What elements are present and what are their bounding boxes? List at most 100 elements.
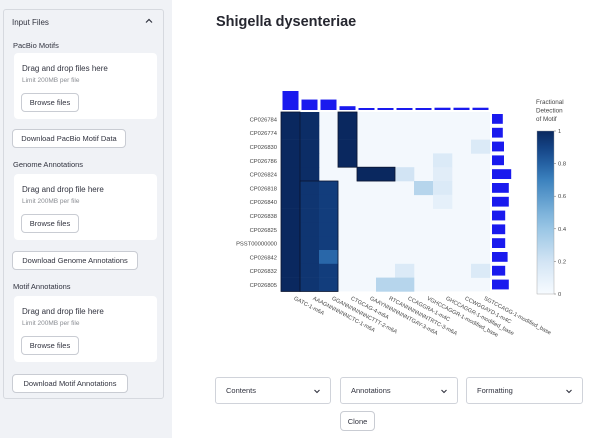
download-motif-annotations-button[interactable]: Download Motif Annotations [12,374,128,393]
heatmap-cell [281,194,301,209]
row-bar [492,183,509,193]
colorbar-tick-label: 0.8 [558,162,566,168]
column-bar [396,108,413,110]
row-label: CP026840 [250,200,277,206]
row-bar [492,114,503,124]
row-bar [492,196,509,207]
heatmap-cell [300,181,320,196]
colorbar-tick-label: 0.6 [558,194,566,200]
heatmap-cell [300,263,320,278]
heatmap-cell [300,112,320,127]
row-label: CP026824 [250,173,278,179]
heatmap-cell [281,208,301,223]
row-label: CP026838 [250,214,277,220]
expander-title: Input Files [12,18,49,27]
heatmap-cell [300,277,320,292]
heatmap-cell [471,263,491,278]
contents-select[interactable]: Contents [215,377,331,404]
heatmap-cell [281,125,301,140]
page-title: Shigella dysenteriae [216,14,357,30]
download-genome-annotations-button[interactable]: Download Genome Annotations [12,251,138,270]
genome-annotations-label: Genome Annotations [13,160,84,169]
heatmap-cell [281,222,301,237]
heatmap-cell [300,222,320,237]
column-bar [358,108,375,110]
browse-files-button[interactable]: Browse files [21,93,79,112]
column-bar [320,99,337,110]
input-files-expander[interactable]: Input Files PacBio Motifs Drag and drop … [3,9,164,399]
heatmap-cell [281,181,301,196]
heatmap-cell [281,277,301,292]
genome-annotations-dropzone[interactable]: Drag and drop file here Limit 200MB per … [14,174,157,240]
heatmap-cell [281,139,301,154]
heatmap-cell [414,181,434,196]
annotations-select[interactable]: Annotations [340,377,458,404]
column-bar [377,108,394,110]
heatmap-cell [395,277,415,292]
heatmap-cell [319,222,339,237]
row-bar [492,141,504,152]
column-bar [453,107,470,110]
colorbar-tick-label: 1 [558,129,561,135]
dropzone-limit: Limit 200MB per file [22,198,80,205]
heatmap-cell [319,277,339,292]
row-bar [492,155,504,166]
select-label: Contents [226,386,257,395]
pacbio-motifs-label: PacBio Motifs [13,41,59,50]
chevron-down-icon [441,389,447,394]
heatmap-cell [300,139,320,154]
clone-button[interactable]: Clone [340,411,375,431]
row-bar [492,169,512,179]
row-bar [492,279,509,290]
heatmap-cell [338,125,358,140]
heatmap-cell [319,250,339,265]
dropzone-limit: Limit 200MB per file [22,77,80,84]
colorbar-tick-label: 0.4 [558,227,567,233]
formatting-select[interactable]: Formatting [466,377,583,404]
motif-heatmap: CP026784 CP026774 CP026830 CP026786 CP026824… [236,91,567,339]
heatmap-cell [300,250,320,265]
heatmap-cell [281,112,301,127]
heatmap-cell [471,139,491,154]
colorbar-tick-label: 0.2 [558,259,566,265]
browse-files-button[interactable]: Browse files [21,214,79,233]
heatmap-cell [338,153,358,168]
heatmap-cell [433,181,453,196]
dropzone-limit: Limit 200MB per file [22,320,80,327]
heatmap-cell [319,208,339,223]
row-label: CP026842 [250,255,277,261]
motif-annotations-dropzone[interactable]: Drag and drop file here Limit 200MB per … [14,296,157,362]
row-label: CP026774 [250,131,278,137]
colorbar-title: Fractional [536,99,564,106]
heatmap-cell [376,277,396,292]
row-label: CP026832 [250,269,277,275]
row-label: CP026784 [250,117,278,123]
row-label: CP026786 [250,159,277,165]
heatmap-cell [338,112,358,127]
row-bar [492,252,508,262]
heatmap-cell [300,153,320,168]
heatmap-cell [300,194,320,209]
row-bar [492,224,506,235]
heatmap-cell [376,167,396,182]
colorbar [536,130,555,295]
column-bar [415,108,432,110]
heatmap-cell [300,167,320,182]
dropzone-title: Drag and drop files here [22,64,108,73]
heatmap-cell [357,167,377,182]
download-pacbio-motif-data-button[interactable]: Download PacBio Motif Data [12,129,126,148]
row-label: PSST00000000 [236,242,277,248]
browse-files-button[interactable]: Browse files [21,336,79,355]
chevron-up-icon[interactable] [144,16,154,26]
heatmap-cell [338,139,358,154]
row-label: CP026830 [250,145,277,151]
heatmap-cell [395,263,415,278]
heatmap-cell [300,125,320,140]
row-label: CP026825 [250,228,277,234]
row-bar [492,265,506,276]
pacbio-motifs-dropzone[interactable]: Drag and drop files here Limit 200MB per… [14,53,157,119]
colorbar-title: Detection [536,108,563,115]
heatmap-cell [281,167,301,182]
heatmap-cell [281,236,301,251]
column-bar [434,107,451,110]
